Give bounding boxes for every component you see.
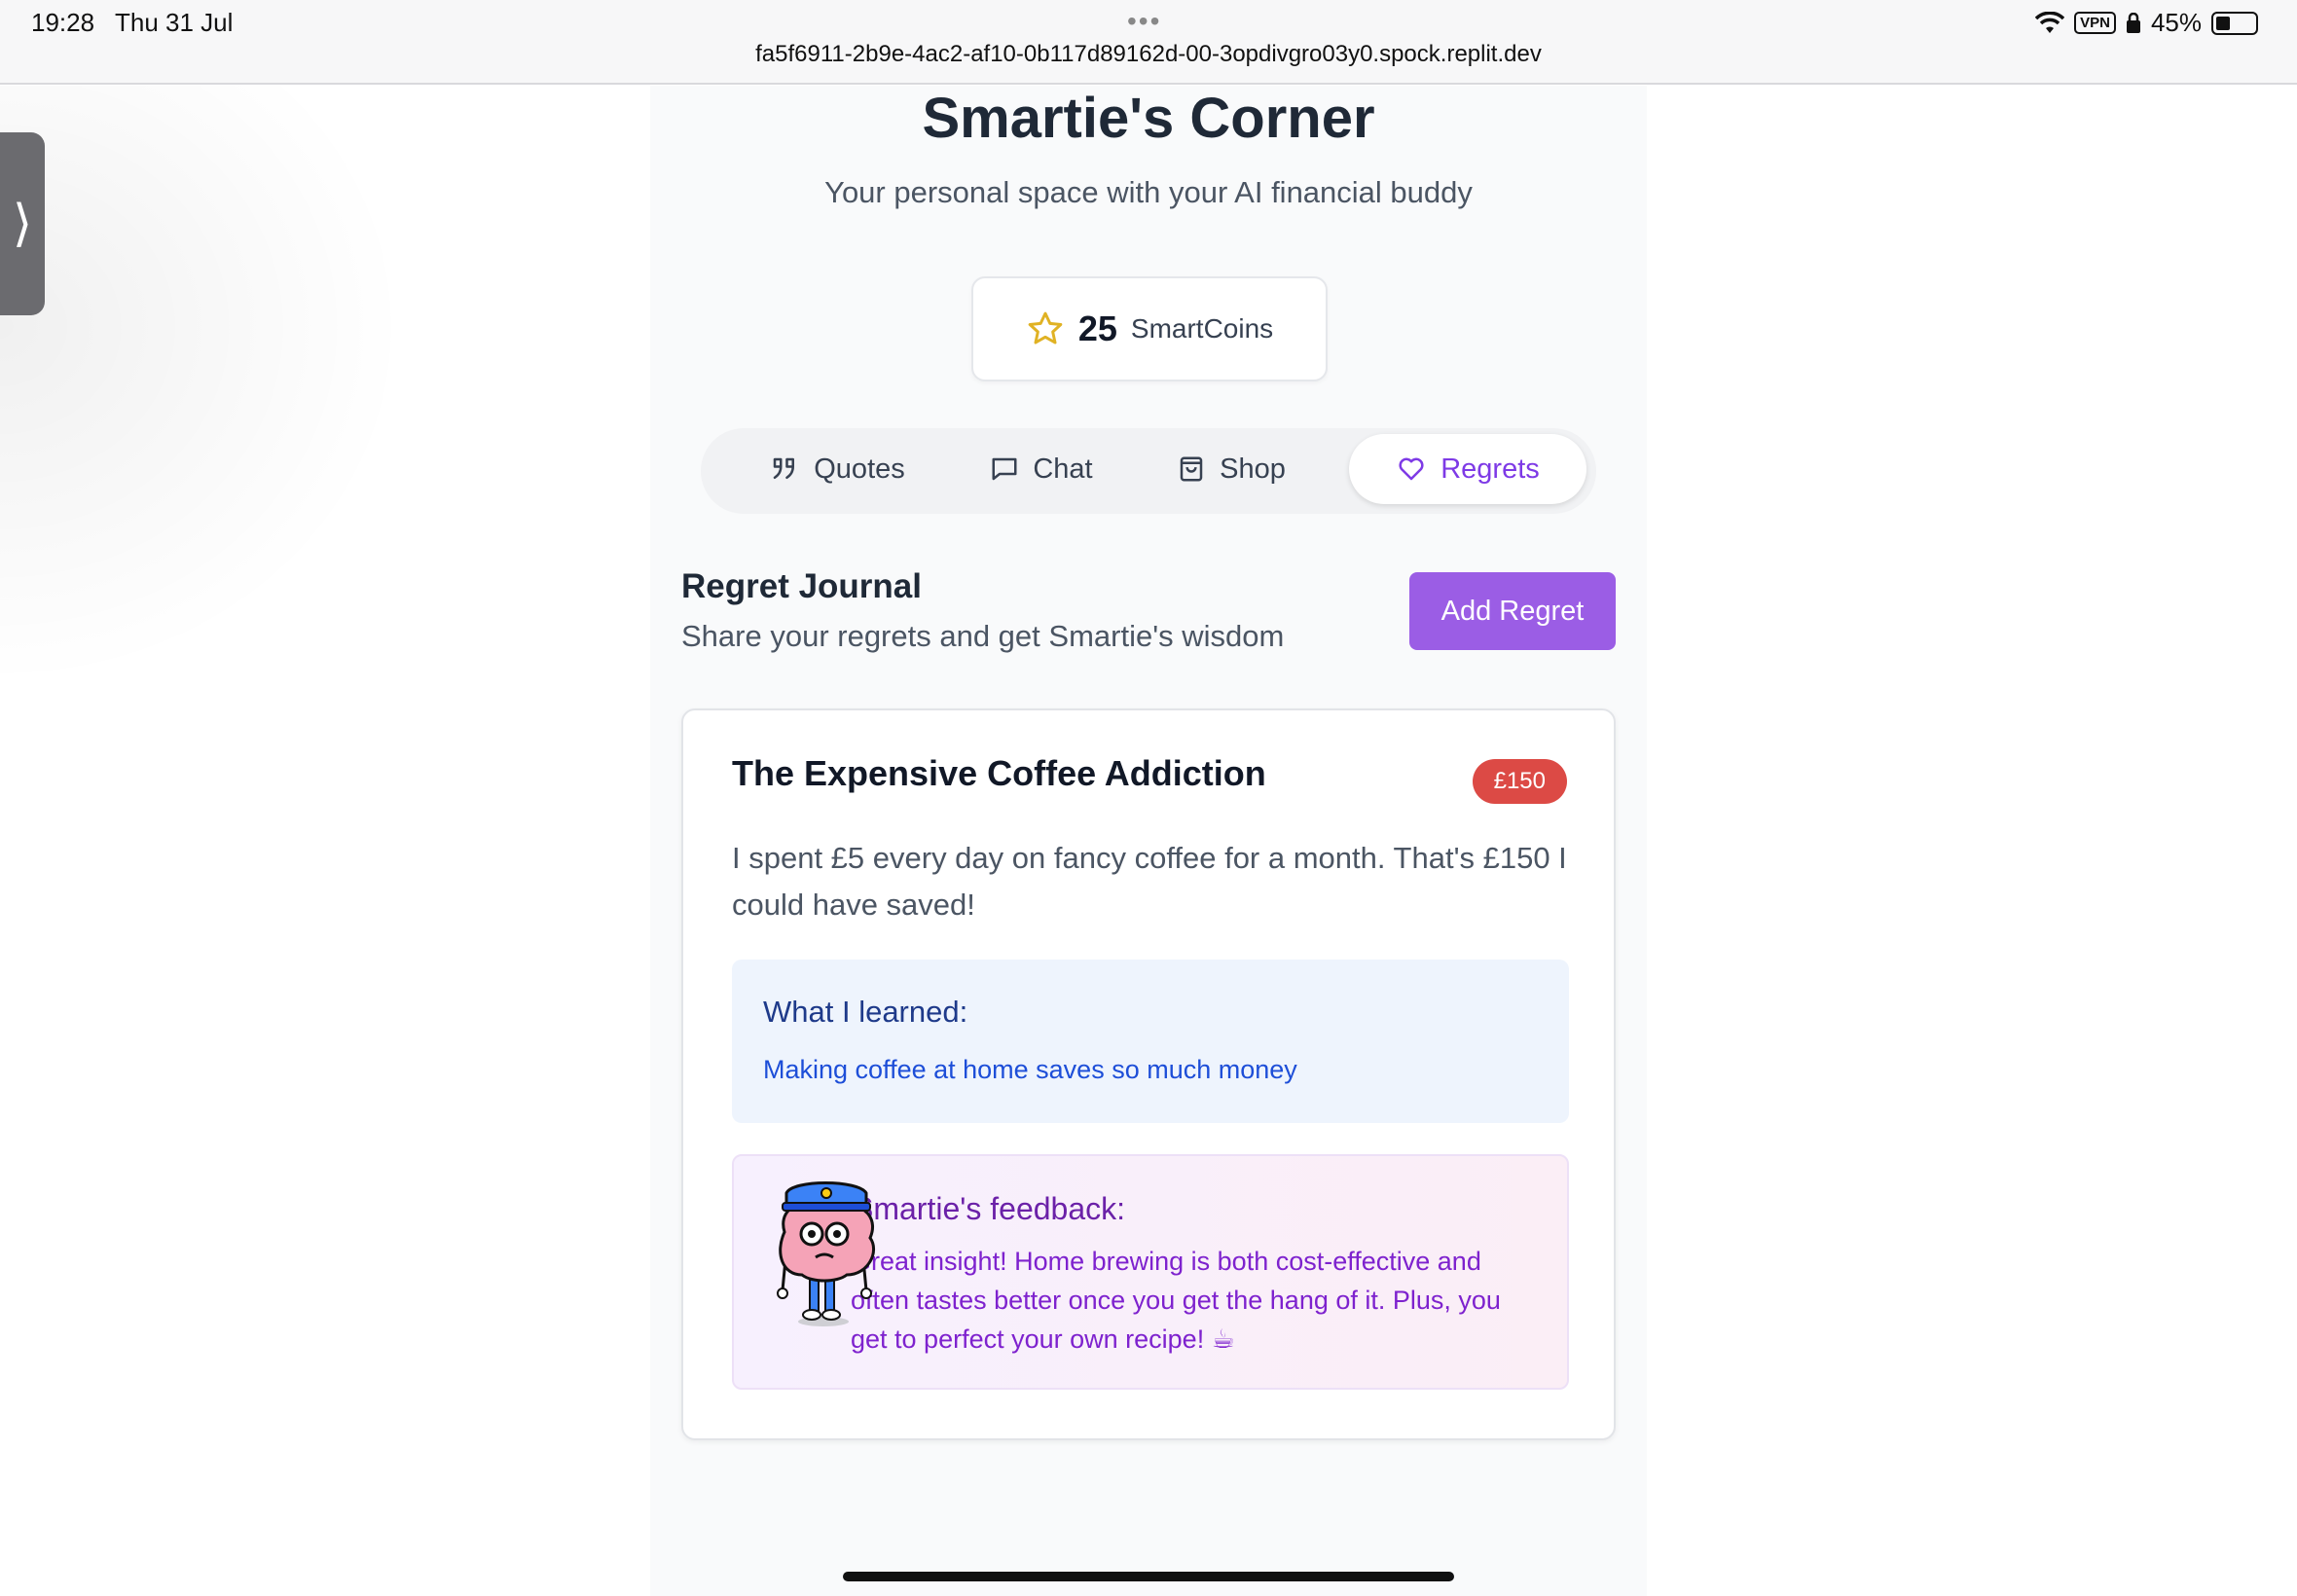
chevron-right-icon: ⟩ [12, 196, 33, 252]
page-title: Smartie's Corner [922, 87, 1375, 150]
feedback-heading: Smartie's feedback: [853, 1191, 1126, 1226]
wifi-icon [2035, 11, 2065, 33]
status-indicators: VPN 45% [2035, 8, 2258, 38]
tab-bar: Quotes Chat Shop Regrets [701, 428, 1596, 514]
lesson-text: Making coffee at home saves so much mone… [763, 1055, 1297, 1084]
heart-icon [1399, 457, 1424, 481]
sidebar-shadow [0, 86, 409, 689]
regret-card: The Expensive Coffee Addiction £150 I sp… [681, 708, 1616, 1440]
section-title: Regret Journal [681, 567, 922, 605]
battery-icon [2211, 11, 2258, 35]
status-time: 19:28 [31, 8, 95, 37]
address-bar-url[interactable]: fa5f6911-2b9e-4ac2-af10-0b117d89162d-00-… [0, 41, 2297, 68]
quote-icon [774, 457, 795, 479]
home-indicator [843, 1572, 1454, 1581]
star-icon [1028, 311, 1063, 345]
tab-shop-label: Shop [1220, 453, 1286, 485]
app-screen: 19:28 Thu 31 Jul ••• fa5f6911-2b9e-4ac2-… [0, 0, 2297, 1596]
lesson-heading: What I learned: [763, 995, 968, 1029]
smartie-mascot-icon [777, 1181, 876, 1326]
smartcoins-label: SmartCoins [1130, 313, 1274, 344]
main-content: Smartie's Corner Your personal space wit… [650, 86, 1647, 1596]
battery-percent: 45% [2150, 8, 2202, 37]
feedback-box: Smartie's feedback: Great insight! Home … [732, 1154, 1569, 1390]
page-subtitle: Your personal space with your AI financi… [824, 175, 1473, 209]
tab-chat-label: Chat [1033, 453, 1093, 485]
section-subtitle: Share your regrets and get Smartie's wis… [681, 619, 1285, 653]
add-regret-button[interactable]: Add Regret [1409, 572, 1616, 650]
regret-amount-badge: £150 [1472, 759, 1567, 804]
lesson-box: What I learned: Making coffee at home sa… [732, 960, 1569, 1123]
smartcoins-balance: 25 SmartCoins [971, 276, 1328, 381]
shopping-bag-icon [1180, 456, 1203, 482]
tab-shop[interactable]: Shop [1148, 434, 1314, 504]
tab-quotes[interactable]: Quotes [740, 434, 934, 504]
chat-icon [992, 457, 1017, 481]
vpn-badge: VPN [2074, 12, 2116, 34]
regret-title: The Expensive Coffee Addiction [732, 753, 1266, 793]
lock-rotation-icon [2126, 12, 2140, 33]
status-date: Thu 31 Jul [115, 8, 234, 37]
tab-quotes-label: Quotes [814, 453, 905, 485]
regret-description: I spent £5 every day on fancy coffee for… [732, 841, 1567, 922]
browser-status-bar: 19:28 Thu 31 Jul ••• fa5f6911-2b9e-4ac2-… [0, 0, 2297, 85]
multitasking-dots-icon[interactable]: ••• [1127, 6, 1161, 37]
tab-chat[interactable]: Chat [964, 434, 1119, 504]
tab-regrets[interactable]: Regrets [1349, 434, 1586, 504]
feedback-text: Great insight! Home brewing is both cost… [851, 1247, 1501, 1354]
tab-regrets-label: Regrets [1440, 453, 1540, 485]
smartcoins-amount: 25 [1077, 308, 1117, 348]
sidebar-toggle-button[interactable]: ⟩ [0, 132, 45, 315]
